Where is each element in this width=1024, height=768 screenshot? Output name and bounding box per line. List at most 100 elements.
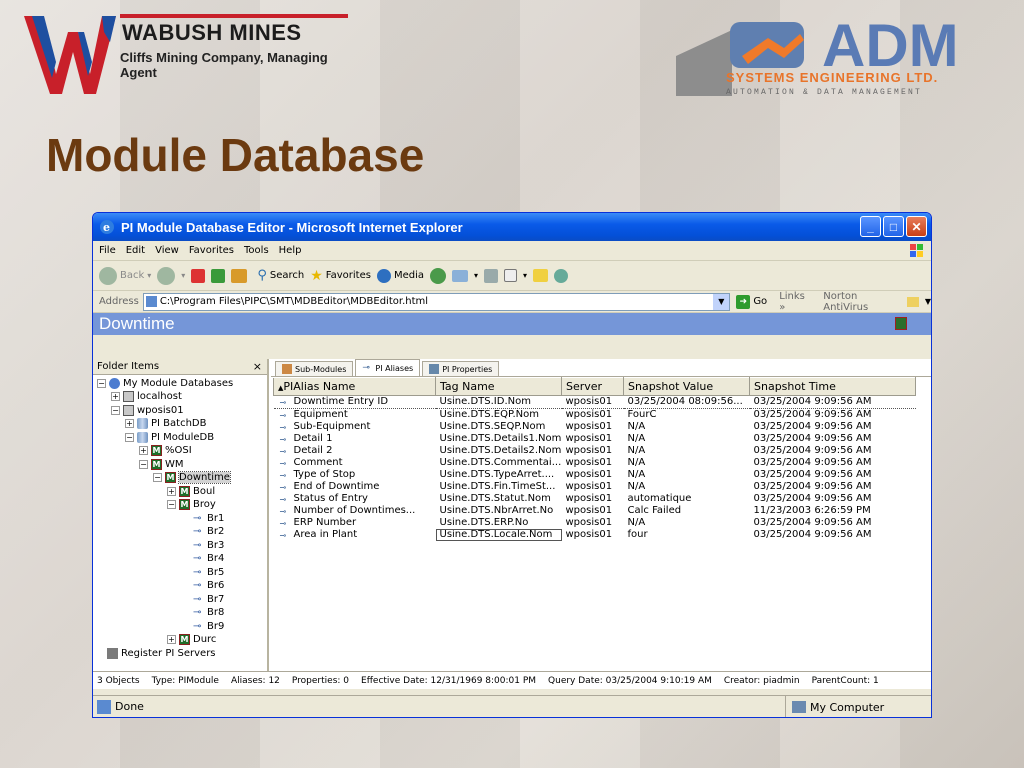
module-icon: M	[179, 499, 190, 510]
tree-node-wposis01[interactable]: − wposis01	[111, 404, 184, 417]
column-header-snapshot-time[interactable]: Snapshot Time	[749, 377, 916, 396]
tree-node-br1[interactable]: ⊸ Br1	[193, 512, 224, 525]
norton-dropdown-icon[interactable]: ▼	[925, 297, 931, 306]
expander-icon[interactable]: −	[111, 406, 120, 415]
search-button[interactable]: ⚲ Search	[257, 268, 304, 283]
menu-edit[interactable]: Edit	[126, 245, 145, 256]
tree-node-durc[interactable]: + M Durc	[167, 633, 216, 646]
tree-node-boul[interactable]: + M Boul	[167, 485, 215, 498]
tree-node-wm[interactable]: − M WM	[139, 458, 184, 471]
norton-icon[interactable]	[907, 296, 919, 307]
table-row[interactable]: ⊸ End of Downtime Usine.DTS.Fin.TimeSt... w…	[274, 481, 916, 493]
expander-icon[interactable]: +	[111, 392, 120, 401]
table-row[interactable]: ⊸ Equipment Usine.DTS.EQP.Nom wposis01 FourC…	[274, 409, 916, 422]
column-header-snapshot-value[interactable]: Snapshot Value	[623, 377, 750, 396]
tree-node-my-module-databases[interactable]: − My Module Databases	[97, 377, 233, 390]
tree-node-br7[interactable]: ⊸ Br7	[193, 593, 224, 606]
tree-node-localhost[interactable]: + localhost	[111, 390, 182, 403]
edit-icon[interactable]	[504, 269, 517, 282]
table-row[interactable]: ⊸ ERP Number Usine.DTS.ERP.No wposis01 N/A 03…	[274, 517, 916, 529]
stop-icon[interactable]	[191, 268, 206, 283]
back-button[interactable]: Back ▾	[99, 266, 151, 285]
edit-dropdown-icon[interactable]: ▾	[523, 271, 527, 280]
back-arrow-icon	[99, 266, 117, 285]
expander-icon[interactable]: +	[125, 419, 134, 428]
media-button[interactable]: Media	[376, 268, 424, 283]
tree-node-register-pi-servers[interactable]: Register PI Servers	[107, 647, 216, 660]
status-creator: Creator: piadmin	[723, 675, 800, 686]
tree-node-br4[interactable]: ⊸ Br4	[193, 552, 224, 565]
tree-node-br8[interactable]: ⊸ Br8	[193, 606, 224, 619]
window-titlebar[interactable]: e PI Module Database Editor - Microsoft …	[93, 213, 931, 241]
tree-node-pi-batchdb[interactable]: + PI BatchDB	[125, 417, 206, 430]
tab-pi-aliases[interactable]: ⊸ PI Aliases	[355, 359, 421, 376]
server-icon	[123, 405, 134, 416]
forward-arrow-icon[interactable]	[157, 266, 176, 285]
tree-node-br9[interactable]: ⊸ Br9	[193, 620, 224, 633]
menu-help[interactable]: Help	[279, 245, 302, 256]
menu-bar: File Edit View Favorites Tools Help	[93, 241, 931, 261]
messenger-icon[interactable]	[554, 268, 569, 283]
expander-icon[interactable]: −	[167, 500, 176, 509]
maximize-button[interactable]: □	[883, 216, 904, 237]
tree-node-br5[interactable]: ⊸ Br5	[193, 566, 224, 579]
table-row[interactable]: ⊸ Detail 2 Usine.DTS.Details2.Nom wposis01 N…	[274, 445, 916, 457]
expander-icon[interactable]: −	[139, 460, 148, 469]
tree-label: PI BatchDB	[151, 418, 207, 429]
tab-label: PI Aliases	[375, 363, 414, 373]
column-header-server[interactable]: Server	[561, 377, 624, 396]
tree-node-br2[interactable]: ⊸ Br2	[193, 525, 224, 538]
tree-label: Br9	[207, 621, 225, 632]
expander-icon[interactable]: +	[167, 487, 176, 496]
column-header-alias-name[interactable]: ▲PIAlias Name	[273, 377, 436, 396]
table-row[interactable]: ⊸ Sub-Equipment Usine.DTS.SEQP.Nom wposis01…	[274, 421, 916, 433]
tree-node-pi-moduledb[interactable]: − PI ModuleDB	[125, 431, 214, 444]
menu-view[interactable]: View	[155, 245, 179, 256]
menu-tools[interactable]: Tools	[244, 245, 269, 256]
address-dropdown-icon[interactable]: ▼	[713, 293, 730, 310]
table-row[interactable]: ⊸ Type of Stop Usine.DTS.TypeArret.... wpos…	[274, 469, 916, 481]
tree-node-br3[interactable]: ⊸ Br3	[193, 539, 224, 552]
back-dropdown-icon[interactable]: ▾	[147, 271, 151, 280]
alias-icon: ⊸	[193, 567, 202, 578]
tree-node-osi[interactable]: + M %OSI	[139, 444, 192, 457]
history-icon[interactable]	[429, 267, 446, 284]
expander-icon[interactable]: −	[125, 433, 134, 442]
table-row[interactable]: ⊸ Status of Entry Usine.DTS.Statut.Nom wpos…	[274, 493, 916, 505]
mail-icon[interactable]	[451, 269, 468, 282]
favorites-button[interactable]: ★ Favorites	[310, 268, 371, 284]
table-row[interactable]: ⊸ Comment Usine.DTS.Commentai... wposis01 N/…	[274, 457, 916, 469]
close-button[interactable]: ✕	[906, 216, 927, 237]
go-button[interactable]: ➜ Go	[736, 294, 767, 309]
forward-dropdown-icon[interactable]: ▾	[181, 271, 185, 280]
table-row[interactable]: ⊸ Area in Plant Usine.DTS.Locale.Nom wposis…	[274, 529, 916, 541]
address-input[interactable]: C:\Program Files\PIPC\SMT\MDBEditor\MDBE…	[142, 292, 731, 311]
mail-dropdown-icon[interactable]: ▾	[474, 271, 478, 280]
menu-favorites[interactable]: Favorites	[189, 245, 234, 256]
menu-file[interactable]: File	[99, 245, 116, 256]
table-row[interactable]: ⊸ Number of Downtimes... Usine.DTS.NbrArre…	[274, 505, 916, 517]
folder-icon[interactable]	[533, 269, 549, 282]
tab-pi-properties[interactable]: PI Properties	[422, 361, 500, 376]
expander-icon[interactable]: +	[167, 635, 176, 644]
minimize-button[interactable]: _	[860, 216, 881, 237]
expander-icon[interactable]: −	[153, 473, 162, 482]
home-icon[interactable]	[231, 268, 248, 283]
expander-icon[interactable]: −	[97, 379, 106, 388]
tree-node-broy[interactable]: − M Broy	[167, 498, 216, 511]
links-button[interactable]: Links »	[779, 291, 813, 313]
refresh-icon[interactable]	[211, 268, 226, 283]
snapshot-value-cell: N/A	[627, 517, 646, 528]
server-cell: wposis01	[565, 529, 613, 540]
tree-node-br6[interactable]: ⊸ Br6	[193, 579, 224, 592]
tab-sub-modules[interactable]: Sub-Modules	[275, 361, 354, 376]
norton-antivirus-button[interactable]: Norton AntiVirus	[823, 291, 903, 313]
ie-app-icon: e	[100, 220, 114, 234]
table-row[interactable]: ⊸ Detail 1 Usine.DTS.Details1.Nom wposis01 N…	[274, 433, 916, 445]
column-header-tag-name[interactable]: Tag Name	[435, 377, 562, 396]
folder-pane-close-icon[interactable]: ×	[253, 360, 262, 373]
print-icon[interactable]	[484, 268, 498, 283]
tree-node-downtime[interactable]: − M Downtime	[153, 471, 231, 484]
expander-icon[interactable]: +	[139, 446, 148, 455]
table-row[interactable]: ⊸ Downtime Entry ID Usine.DTS.ID.Nom wposis…	[273, 395, 916, 409]
